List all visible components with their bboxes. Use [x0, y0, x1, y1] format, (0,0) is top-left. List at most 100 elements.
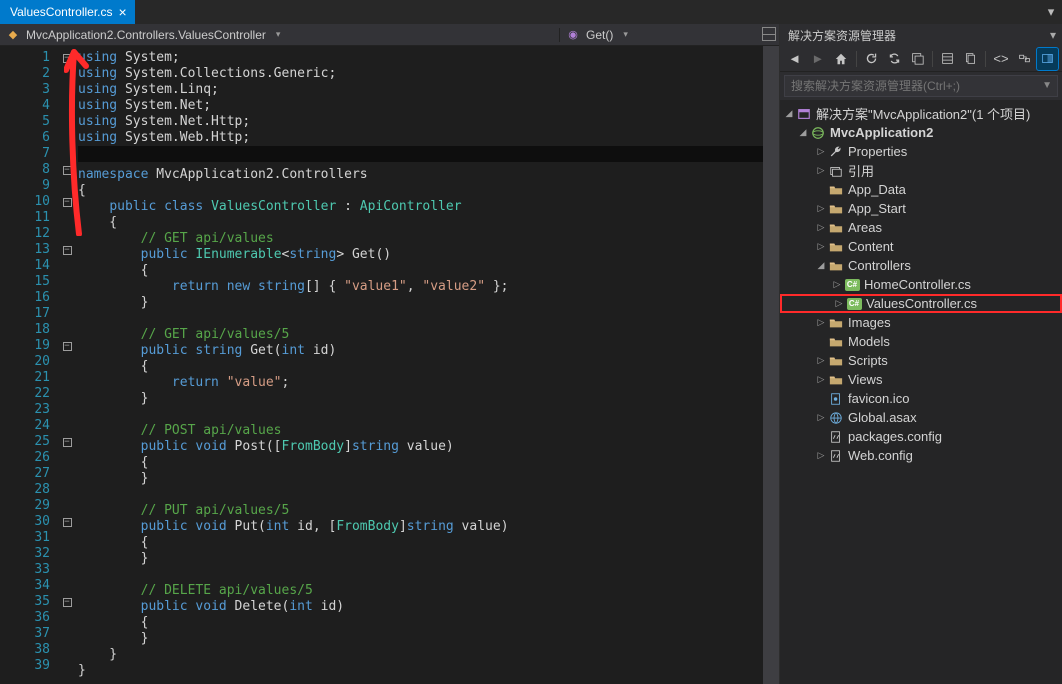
tree-node[interactable]: ▷ Images: [780, 313, 1062, 332]
tab-title: ValuesController.cs: [10, 5, 113, 19]
wrench-icon: [828, 144, 844, 160]
expander-icon[interactable]: ▷: [814, 222, 828, 233]
preview-selected-button[interactable]: [1037, 48, 1058, 70]
folder-icon: [828, 239, 844, 255]
search-input[interactable]: [784, 75, 1058, 97]
tree-node[interactable]: ▷C#ValuesController.cs: [780, 294, 1062, 313]
solution-explorer-toolbar: ◄ ► <>: [780, 46, 1062, 72]
solution-explorer-pane: 解决方案资源管理器 ▾ ◄ ►: [779, 24, 1062, 684]
expander-icon[interactable]: ▷: [814, 374, 828, 385]
solution-node[interactable]: ◢ 解决方案"MvcApplication2"(1 个项目): [780, 104, 1062, 123]
solution-label: 解决方案"MvcApplication2"(1 个项目): [816, 104, 1030, 123]
document-tab-active[interactable]: ValuesController.cs ×: [0, 0, 135, 24]
tree-node-label: packages.config: [848, 429, 942, 444]
chevron-down-icon: ▾: [623, 29, 628, 40]
toolbar-separator: [985, 51, 986, 67]
tree-node[interactable]: ▷ Properties: [780, 142, 1062, 161]
tree-node-label: Views: [848, 372, 882, 387]
project-label: MvcApplication2: [830, 125, 933, 140]
collapse-all-button[interactable]: [907, 48, 928, 70]
project-node[interactable]: ◢ MvcApplication2: [780, 123, 1062, 142]
solution-icon: [796, 106, 812, 122]
fold-column[interactable]: −−−−−−−−: [60, 46, 74, 684]
expander-icon[interactable]: ▷: [814, 241, 828, 252]
solution-explorer-title-bar[interactable]: 解决方案资源管理器 ▾: [780, 24, 1062, 46]
view-code-button[interactable]: <>: [990, 48, 1011, 70]
expander-icon[interactable]: ▷: [814, 146, 828, 157]
collapse-icon: [911, 52, 924, 65]
tree-node[interactable]: ▷ Areas: [780, 218, 1062, 237]
tree-node[interactable]: ▷ Scripts: [780, 351, 1062, 370]
nav-back-button[interactable]: ◄: [784, 48, 805, 70]
expander-icon[interactable]: ▷: [814, 165, 828, 176]
tree-node[interactable]: Models: [780, 332, 1062, 351]
expander-icon[interactable]: ▷: [814, 450, 828, 461]
expander-icon[interactable]: ▷: [830, 279, 844, 290]
home-icon: [834, 52, 848, 66]
tree-node[interactable]: ◢ Controllers: [780, 256, 1062, 275]
show-all-files-button[interactable]: [960, 48, 981, 70]
expander-icon[interactable]: ◢: [782, 108, 796, 119]
nav-class-dropdown[interactable]: ◆ MvcApplication2.Controllers.ValuesCont…: [0, 28, 559, 42]
home-button[interactable]: [830, 48, 851, 70]
panel-options-dropdown[interactable]: ▾: [1050, 28, 1056, 42]
expander-icon[interactable]: ▷: [814, 203, 828, 214]
tree-node[interactable]: packages.config: [780, 427, 1062, 446]
tree-node[interactable]: ▷C#HomeController.cs: [780, 275, 1062, 294]
split-editor-button[interactable]: [762, 27, 776, 41]
cs-icon: C#: [846, 296, 862, 312]
sync-icon: [888, 52, 901, 65]
tree-node-label: Areas: [848, 220, 882, 235]
tree-node-label: Controllers: [848, 258, 911, 273]
tree-node-label: Images: [848, 315, 891, 330]
expander-icon[interactable]: ▷: [832, 298, 846, 309]
properties-button[interactable]: [937, 48, 958, 70]
xml-icon: [828, 448, 844, 464]
view-class-button[interactable]: [1014, 48, 1035, 70]
tree-node[interactable]: ▷Web.config: [780, 446, 1062, 465]
ref-icon: [828, 163, 844, 179]
folder-icon: [828, 258, 844, 274]
line-number-gutter: 1234567891011121314151617181920212223242…: [0, 46, 60, 684]
class-diagram-icon: [1018, 52, 1031, 65]
tree-node-label: App_Start: [848, 201, 906, 216]
expander-icon[interactable]: ▷: [814, 412, 828, 423]
nav-forward-button[interactable]: ►: [807, 48, 828, 70]
folder-icon: [828, 315, 844, 331]
expander-icon[interactable]: ▷: [814, 317, 828, 328]
project-icon: [810, 125, 826, 141]
nav-member-dropdown[interactable]: ◉ Get() ▾: [559, 28, 779, 42]
tab-close-icon[interactable]: ×: [119, 5, 127, 19]
tab-overflow-dropdown[interactable]: ▾: [1040, 0, 1062, 24]
tree-node[interactable]: ▷ Views: [780, 370, 1062, 389]
tree-node[interactable]: App_Data: [780, 180, 1062, 199]
code-area[interactable]: 1234567891011121314151617181920212223242…: [0, 46, 779, 684]
tree-node[interactable]: ▷ Global.asax: [780, 408, 1062, 427]
tree-node-label: Scripts: [848, 353, 888, 368]
expander-icon[interactable]: ◢: [814, 260, 828, 271]
sync-button[interactable]: [884, 48, 905, 70]
expander-icon[interactable]: ◢: [796, 127, 810, 138]
code-text[interactable]: using System;using System.Collections.Ge…: [74, 46, 763, 684]
tree-node-label: Global.asax: [848, 410, 917, 425]
solution-tree[interactable]: ◢ 解决方案"MvcApplication2"(1 个项目) ◢ MvcAppl…: [780, 100, 1062, 684]
nav-class-label: MvcApplication2.Controllers.ValuesContro…: [26, 28, 266, 42]
refresh-button[interactable]: [861, 48, 882, 70]
preview-icon: [1041, 52, 1054, 65]
globe-icon: [828, 410, 844, 426]
tree-node[interactable]: ▷ 引用: [780, 161, 1062, 180]
cs-icon: C#: [844, 277, 860, 293]
tree-node-label: Properties: [848, 144, 907, 159]
folder-icon: [828, 220, 844, 236]
tree-node[interactable]: favicon.ico: [780, 389, 1062, 408]
fav-icon: [828, 391, 844, 407]
files-icon: [964, 52, 977, 65]
method-icon: ◉: [566, 28, 580, 42]
expander-icon[interactable]: ▷: [814, 355, 828, 366]
tree-node[interactable]: ▷ App_Start: [780, 199, 1062, 218]
vertical-scrollbar[interactable]: [763, 46, 779, 684]
document-tabstrip: ValuesController.cs × ▾: [0, 0, 1062, 24]
tree-node[interactable]: ▷ Content: [780, 237, 1062, 256]
tree-node-label: 引用: [848, 161, 874, 180]
tree-node-label: Content: [848, 239, 894, 254]
